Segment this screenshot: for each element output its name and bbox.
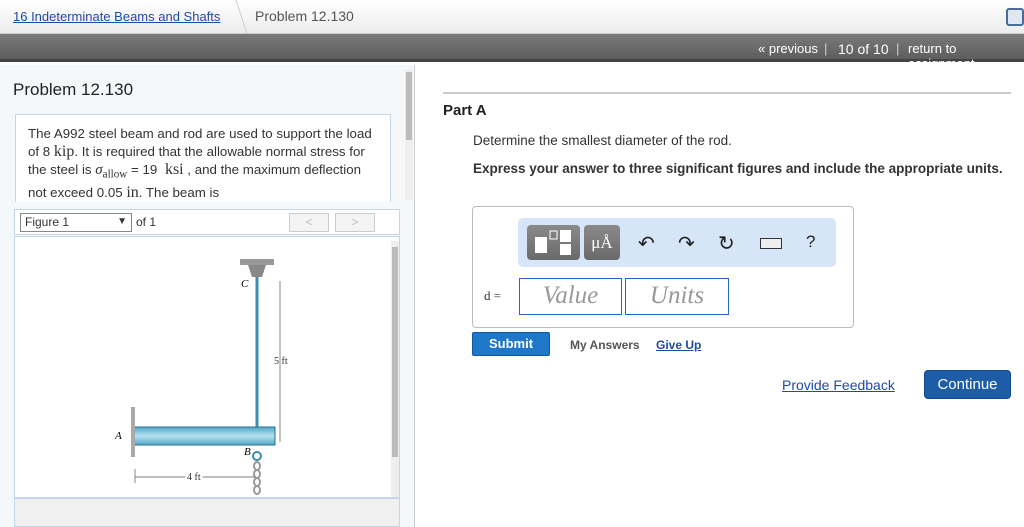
divider: |	[824, 41, 828, 56]
breadcrumb-separator	[222, 0, 248, 34]
reset-icon[interactable]: ↻	[718, 231, 735, 256]
beam	[133, 426, 276, 446]
problem-text: The A992 steel beam and rod are used to …	[15, 114, 391, 202]
divider: |	[896, 41, 900, 56]
submit-button[interactable]: Submit	[472, 332, 550, 356]
figure-next-button[interactable]: >	[335, 213, 375, 232]
give-up-link[interactable]: Give Up	[656, 338, 701, 352]
keyboard-icon[interactable]	[760, 238, 782, 249]
part-divider	[443, 92, 1011, 94]
nav-bar: « previous | 10 of 10 | return to assign…	[0, 34, 1024, 71]
breadcrumb-chapter-link[interactable]: 16 Indeterminate Beams and Shafts	[13, 9, 220, 24]
print-icon[interactable]	[1006, 8, 1024, 26]
breadcrumb-bar: 16 Indeterminate Beams and Shafts Proble…	[0, 0, 1024, 34]
undo-icon[interactable]: ↶	[638, 231, 655, 256]
math-toolbar: μÅ ↶ ↷ ↻ ?	[518, 218, 836, 267]
provide-feedback-link[interactable]: Provide Feedback	[782, 377, 895, 393]
figure-prev-button[interactable]: <	[289, 213, 329, 232]
figure-select[interactable]: Figure 1 ▼	[20, 213, 132, 232]
figure-count: of 1	[136, 215, 157, 229]
figure-toolbar: Figure 1 ▼ of 1 < >	[14, 209, 400, 235]
figure-footer	[14, 498, 400, 527]
value-input[interactable]: Value	[519, 278, 622, 315]
continue-button[interactable]: Continue	[924, 370, 1011, 399]
text-scrollbar[interactable]	[405, 70, 413, 200]
templates-button[interactable]	[527, 225, 580, 260]
label-a: A	[114, 430, 122, 442]
question-text: Determine the smallest diameter of the r…	[473, 133, 732, 148]
position-indicator: 10 of 10	[838, 41, 889, 57]
variable-label: d =	[484, 288, 502, 303]
redo-icon[interactable]: ↷	[678, 231, 695, 256]
previous-link[interactable]: « previous	[758, 41, 818, 56]
label-length: 4 ft	[187, 472, 201, 483]
return-link[interactable]: return to assignment	[908, 41, 1024, 71]
label-b: B	[244, 446, 251, 458]
label-c: C	[241, 278, 249, 290]
units-button[interactable]: μÅ	[584, 225, 620, 260]
breadcrumb-current: Problem 12.130	[255, 8, 354, 24]
problem-title: Problem 12.130	[13, 80, 134, 99]
figure-scrollbar[interactable]	[391, 241, 399, 497]
panel-divider	[414, 65, 415, 527]
beam-diagram: C A B 5 ft 4 ft	[114, 259, 288, 495]
wall	[131, 407, 135, 457]
my-answers-link[interactable]: My Answers	[570, 338, 640, 352]
ceiling-support	[240, 259, 274, 265]
label-height: 5 ft	[274, 356, 288, 367]
figure-area: C A B 5 ft 4 ft	[14, 236, 400, 498]
units-input[interactable]: Units	[625, 278, 729, 315]
part-title: Part A	[443, 102, 487, 119]
instruction-text: Express your answer to three significant…	[473, 161, 1003, 176]
problem-text-tail: . The beam is	[138, 184, 220, 200]
help-button[interactable]: ?	[806, 232, 815, 252]
